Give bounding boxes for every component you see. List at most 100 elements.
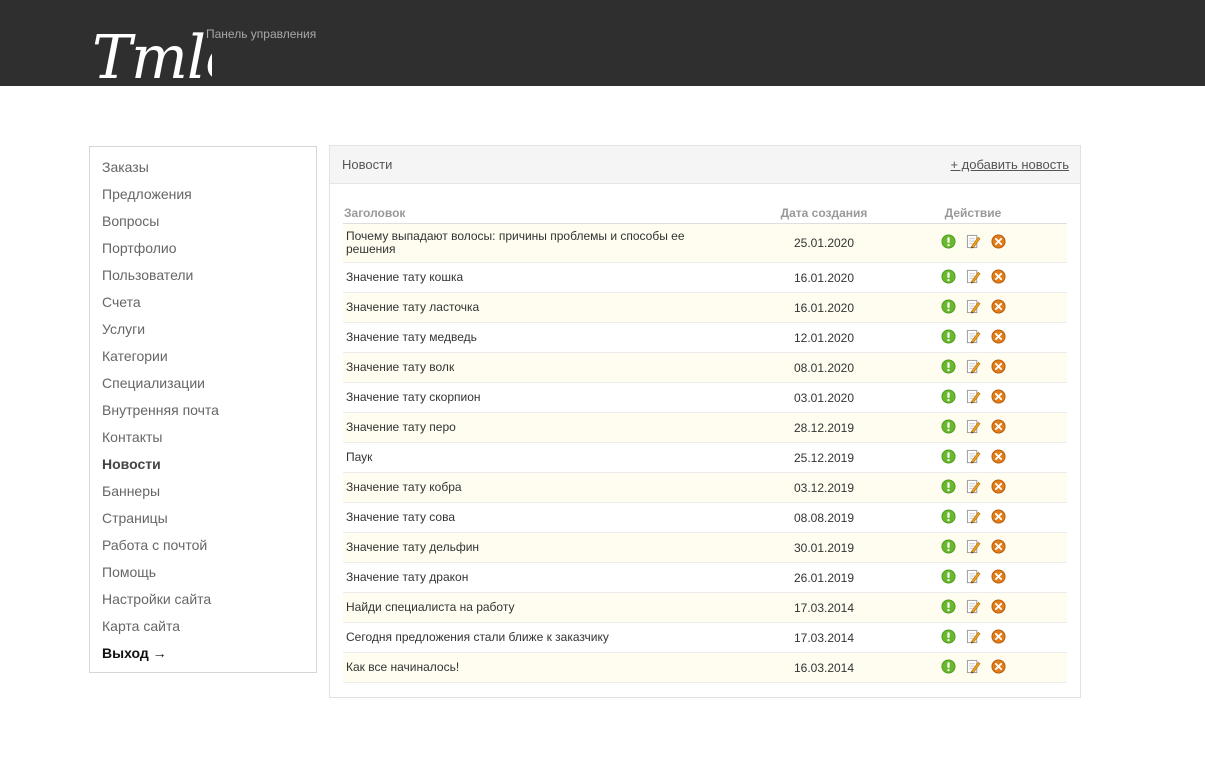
edit-icon[interactable] xyxy=(966,449,981,464)
info-icon[interactable] xyxy=(940,358,956,374)
info-icon[interactable] xyxy=(940,234,956,249)
row-actions xyxy=(940,538,1006,554)
sidebar-item-14[interactable]: Работа с почтой xyxy=(90,534,316,561)
sidebar-item-16[interactable]: Настройки сайта xyxy=(90,588,316,615)
delete-icon[interactable] xyxy=(990,658,1006,674)
edit-icon[interactable] xyxy=(966,269,981,284)
actions-cell xyxy=(879,592,1067,623)
edit-icon[interactable] xyxy=(966,329,981,344)
add-news-link[interactable]: + добавить новость xyxy=(950,157,1069,172)
row-actions xyxy=(940,658,1006,674)
news-title-cell: Паук xyxy=(343,442,769,473)
news-date-cell: 26.01.2019 xyxy=(769,562,879,593)
delete-icon[interactable] xyxy=(990,358,1006,374)
news-title-cell: Сегодня предложения стали ближе к заказч… xyxy=(343,622,769,653)
table-row: Значение тату медведь 12.01.2020 xyxy=(343,322,1067,353)
sidebar-item-12[interactable]: Баннеры xyxy=(90,480,316,507)
delete-icon[interactable] xyxy=(990,628,1006,644)
row-actions xyxy=(940,628,1006,644)
table-row: Значение тату скорпион 03.01.2020 xyxy=(343,382,1067,413)
table-row: Значение тату кобра 03.12.2019 xyxy=(343,472,1067,503)
delete-icon[interactable] xyxy=(990,538,1006,554)
info-icon[interactable] xyxy=(940,268,956,284)
column-header-actions: Действие xyxy=(879,202,1067,224)
info-icon[interactable] xyxy=(940,388,956,404)
table-row: Сегодня предложения стали ближе к заказч… xyxy=(343,622,1067,653)
sidebar-item-15[interactable]: Помощь xyxy=(90,561,316,588)
edit-icon[interactable] xyxy=(966,569,981,584)
news-table: Заголовок Дата создания Действие Почему … xyxy=(343,202,1067,683)
table-row: Почему выпадают волосы: причины проблемы… xyxy=(343,223,1067,263)
news-title-cell: Значение тату сова xyxy=(343,502,769,533)
sidebar-item-11[interactable]: Новости xyxy=(90,453,316,480)
actions-cell xyxy=(879,532,1067,563)
info-icon[interactable] xyxy=(940,598,956,614)
news-date-cell: 17.03.2014 xyxy=(769,622,879,653)
sidebar-item-18[interactable]: Выход → xyxy=(90,642,316,669)
row-actions xyxy=(940,298,1006,314)
delete-icon[interactable] xyxy=(990,328,1006,344)
info-icon[interactable] xyxy=(940,418,956,434)
sidebar-item-4[interactable]: Пользователи xyxy=(90,264,316,291)
edit-icon[interactable] xyxy=(966,234,981,249)
edit-icon[interactable] xyxy=(966,599,981,614)
delete-icon[interactable] xyxy=(990,418,1006,434)
row-actions xyxy=(940,388,1006,404)
delete-icon[interactable] xyxy=(990,598,1006,614)
delete-icon[interactable] xyxy=(990,388,1006,404)
actions-cell xyxy=(879,622,1067,653)
delete-icon[interactable] xyxy=(990,508,1006,524)
row-actions xyxy=(940,448,1006,464)
sidebar-item-6[interactable]: Услуги xyxy=(90,318,316,345)
header-subtitle: Панель управления xyxy=(206,27,317,41)
edit-icon[interactable] xyxy=(966,389,981,404)
edit-icon[interactable] xyxy=(966,359,981,374)
news-date-cell: 08.08.2019 xyxy=(769,502,879,533)
news-date-cell: 03.01.2020 xyxy=(769,382,879,413)
info-icon[interactable] xyxy=(940,478,956,494)
sidebar-nav: Заказы Предложения Вопросы Портфолио Пользов… xyxy=(89,146,317,673)
info-icon[interactable] xyxy=(940,538,956,554)
table-row: Паук 25.12.2019 xyxy=(343,442,1067,473)
delete-icon[interactable] xyxy=(990,298,1006,314)
sidebar-item-10[interactable]: Контакты xyxy=(90,426,316,453)
info-icon[interactable] xyxy=(940,658,956,674)
table-header-row: Заголовок Дата создания Действие xyxy=(343,202,1067,224)
sidebar-item-13[interactable]: Страницы xyxy=(90,507,316,534)
sidebar-item-17[interactable]: Карта сайта xyxy=(90,615,316,642)
info-icon[interactable] xyxy=(940,568,956,584)
edit-icon[interactable] xyxy=(966,659,981,674)
edit-icon[interactable] xyxy=(966,479,981,494)
actions-cell xyxy=(879,292,1067,323)
site-logo[interactable]: Tmle xyxy=(92,16,212,92)
sidebar-item-0[interactable]: Заказы xyxy=(90,156,316,183)
delete-icon[interactable] xyxy=(990,448,1006,464)
sidebar-item-9[interactable]: Внутренняя почта xyxy=(90,399,316,426)
news-date-cell: 16.03.2014 xyxy=(769,652,879,683)
info-icon[interactable] xyxy=(940,508,956,524)
edit-icon[interactable] xyxy=(966,419,981,434)
delete-icon[interactable] xyxy=(990,234,1006,249)
sidebar-item-5[interactable]: Счета xyxy=(90,291,316,318)
info-icon[interactable] xyxy=(940,298,956,314)
delete-icon[interactable] xyxy=(990,568,1006,584)
edit-icon[interactable] xyxy=(966,299,981,314)
edit-icon[interactable] xyxy=(966,629,981,644)
news-date-cell: 25.01.2020 xyxy=(769,223,879,263)
edit-icon[interactable] xyxy=(966,509,981,524)
info-icon[interactable] xyxy=(940,448,956,464)
row-actions xyxy=(940,268,1006,284)
sidebar-menu: Заказы Предложения Вопросы Портфолио Пользов… xyxy=(90,147,316,669)
news-date-cell: 30.01.2019 xyxy=(769,532,879,563)
delete-icon[interactable] xyxy=(990,268,1006,284)
news-title-cell: Значение тату кобра xyxy=(343,472,769,503)
sidebar-item-2[interactable]: Вопросы xyxy=(90,210,316,237)
sidebar-item-1[interactable]: Предложения xyxy=(90,183,316,210)
info-icon[interactable] xyxy=(940,628,956,644)
sidebar-item-3[interactable]: Портфолио xyxy=(90,237,316,264)
edit-icon[interactable] xyxy=(966,539,981,554)
sidebar-item-8[interactable]: Специализации xyxy=(90,372,316,399)
sidebar-item-7[interactable]: Категории xyxy=(90,345,316,372)
info-icon[interactable] xyxy=(940,328,956,344)
delete-icon[interactable] xyxy=(990,478,1006,494)
